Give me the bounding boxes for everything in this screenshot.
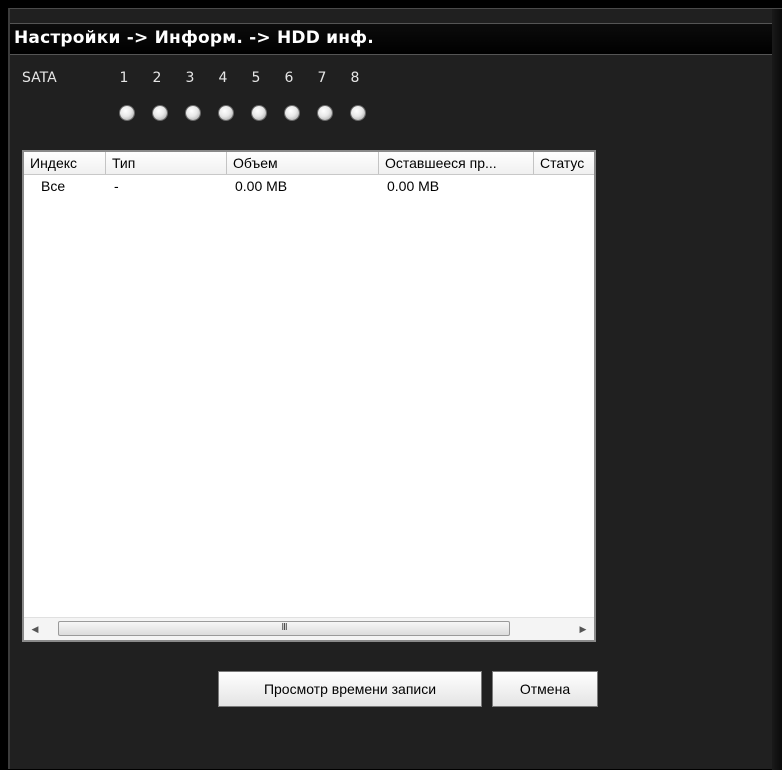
sata-port-3-indicator	[186, 106, 200, 120]
sata-port-7-number: 7	[317, 70, 327, 86]
table-header: Индекс Тип Объем Оставшееся пр... Статус	[24, 152, 594, 175]
sata-port-6-indicator	[285, 106, 299, 120]
column-header-status[interactable]: Статус	[534, 152, 594, 174]
sata-port-5-indicator	[252, 106, 266, 120]
sata-port-6-number: 6	[284, 70, 294, 86]
sata-port-2-number: 2	[152, 70, 162, 86]
sata-port-3-number: 3	[185, 70, 195, 86]
sata-port-7-indicator	[318, 106, 332, 120]
cancel-button[interactable]: Отмена	[492, 671, 598, 707]
sata-port-1-indicator	[120, 106, 134, 120]
sata-port-4-number: 4	[218, 70, 228, 86]
hdd-table: Индекс Тип Объем Оставшееся пр... Статус…	[22, 150, 596, 642]
column-header-type[interactable]: Тип	[106, 152, 227, 174]
window-title: Настройки -> Информ. -> HDD инф.	[14, 28, 374, 48]
sata-port-5-number: 5	[251, 70, 261, 86]
scroll-right-icon[interactable]: ▶	[574, 618, 592, 640]
scroll-thumb[interactable]: III	[58, 621, 510, 636]
cell-index: Все	[41, 178, 66, 194]
cell-type: -	[114, 178, 119, 194]
sata-port-2-indicator	[153, 106, 167, 120]
cell-capacity: 0.00 MB	[235, 178, 288, 194]
column-header-capacity[interactable]: Объем	[227, 152, 379, 174]
window-right-edge	[772, 9, 782, 770]
column-header-index[interactable]: Индекс	[24, 152, 106, 174]
cell-remaining: 0.00 MB	[387, 178, 440, 194]
sata-port-4-indicator	[219, 106, 233, 120]
view-record-time-button[interactable]: Просмотр времени записи	[218, 671, 482, 707]
sata-label: SATA	[22, 70, 57, 86]
scroll-left-icon[interactable]: ◀	[26, 618, 44, 640]
horizontal-scrollbar[interactable]: ◀ III ▶	[24, 617, 594, 640]
table-row[interactable]: Все - 0.00 MB 0.00 MB	[24, 176, 594, 196]
sata-port-1-number: 1	[119, 70, 129, 86]
title-bar: Настройки -> Информ. -> HDD инф.	[10, 23, 782, 55]
sata-port-8-indicator	[351, 106, 365, 120]
column-header-remaining[interactable]: Оставшееся пр...	[379, 152, 534, 174]
sata-port-8-number: 8	[350, 70, 360, 86]
